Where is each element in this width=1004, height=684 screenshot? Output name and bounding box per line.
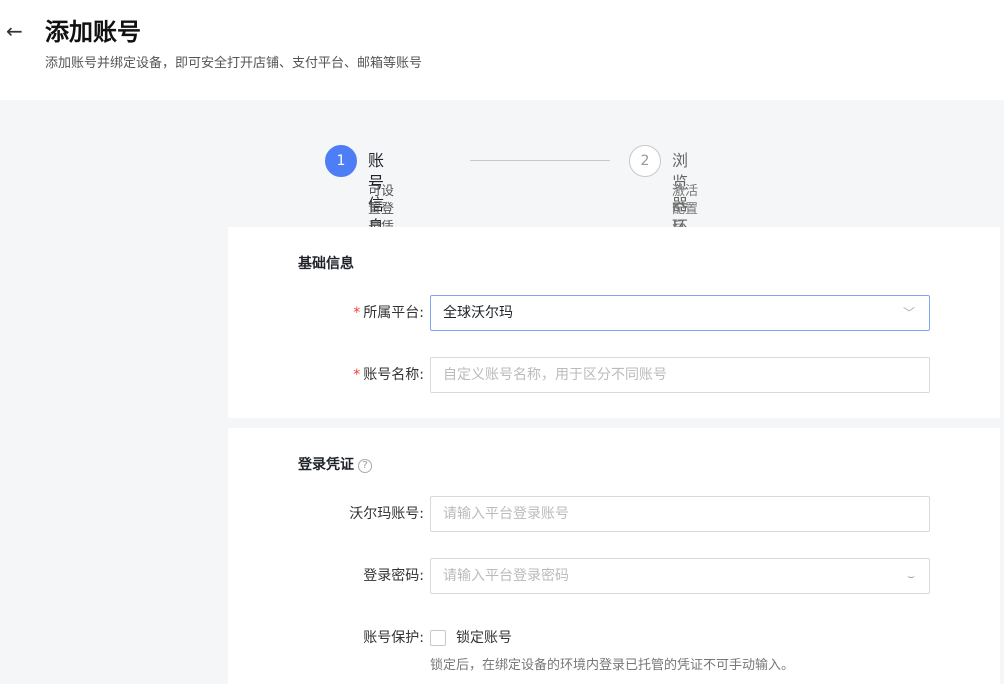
basic-info-title: 基础信息: [298, 256, 354, 272]
login-credentials-title: 登录凭证?: [298, 455, 372, 475]
platform-label: * 所属平台:: [353, 305, 424, 321]
step-1-number: 1: [325, 145, 357, 177]
required-mark: *: [353, 305, 361, 321]
help-icon[interactable]: ?: [358, 459, 372, 473]
page-title: 添加账号: [45, 18, 141, 46]
walmart-account-input[interactable]: 请输入平台登录账号: [430, 496, 930, 532]
account-name-label: * 账号名称:: [353, 367, 424, 383]
page-subtitle: 添加账号并绑定设备，即可安全打开店铺、支付平台、邮箱等账号: [45, 56, 423, 71]
account-name-placeholder: 自定义账号名称，用于区分不同账号: [443, 367, 667, 383]
account-protection-label: 账号保护:: [363, 630, 424, 646]
account-name-input[interactable]: 自定义账号名称，用于区分不同账号: [430, 357, 930, 393]
platform-select[interactable]: 全球沃尔玛 ﹀: [430, 295, 930, 331]
lock-account-checkbox[interactable]: [430, 630, 446, 646]
lock-account-hint: 锁定后，在绑定设备的环境内登录已托管的凭证不可手动输入。: [430, 658, 795, 673]
step-connector: [470, 160, 610, 161]
password-label: 登录密码:: [363, 568, 424, 584]
walmart-account-label: 沃尔玛账号:: [349, 506, 424, 522]
page-header: ← 添加账号 添加账号并绑定设备，即可安全打开店铺、支付平台、邮箱等账号: [0, 0, 1004, 100]
required-mark: *: [353, 367, 361, 383]
basic-info-card: 基础信息 * 所属平台: 全球沃尔玛 ﹀ * 账号名称: 自定义账号名称，用于区分不…: [228, 227, 1000, 418]
step-2-number: 2: [629, 145, 661, 177]
platform-select-value: 全球沃尔玛: [443, 305, 513, 321]
password-input[interactable]: 请输入平台登录密码 ⌣: [430, 558, 930, 594]
chevron-down-icon: ﹀: [902, 306, 915, 320]
password-placeholder: 请输入平台登录密码: [443, 568, 569, 584]
eye-closed-icon[interactable]: ⌣: [907, 559, 915, 593]
login-credentials-card: 登录凭证? 沃尔玛账号: 请输入平台登录账号 登录密码: 请输入平台登录密码 ⌣…: [228, 428, 1000, 684]
lock-account-label[interactable]: 锁定账号: [456, 628, 512, 648]
walmart-account-placeholder: 请输入平台登录账号: [443, 506, 569, 522]
back-arrow-icon[interactable]: ←: [6, 20, 23, 42]
